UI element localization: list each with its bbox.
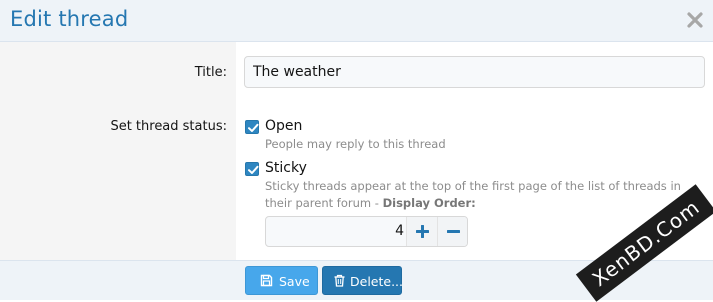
increment-button[interactable] [406,217,438,246]
open-checkbox[interactable] [245,120,259,134]
plus-icon [416,225,429,238]
delete-button[interactable]: Delete... [322,266,403,295]
sticky-hint: Sticky threads appear at the top of the … [265,178,695,212]
save-button[interactable]: Save [245,266,318,295]
display-order-stepper: 4 [265,216,468,247]
title-label: Title: [194,65,227,80]
title-input[interactable] [244,56,705,88]
close-icon[interactable] [686,11,704,29]
dialog-title: Edit thread [10,7,129,31]
display-order-label: Display Order: [382,196,476,210]
checkmark-icon [248,165,259,174]
sticky-label[interactable]: Sticky [265,160,307,176]
minus-icon [447,230,460,233]
sticky-checkbox[interactable] [245,162,259,176]
open-label[interactable]: Open [265,118,302,134]
save-label: Save [279,274,310,289]
display-order-input[interactable]: 4 [266,217,404,246]
delete-label: Delete... [350,274,403,289]
checkmark-icon [248,123,259,132]
open-hint: People may reply to this thread [265,137,446,151]
save-icon [260,274,273,287]
dialog-header: Edit thread [0,0,713,42]
thread-status-label: Set thread status: [110,119,227,134]
decrement-button[interactable] [437,217,467,246]
trash-icon [334,274,345,287]
